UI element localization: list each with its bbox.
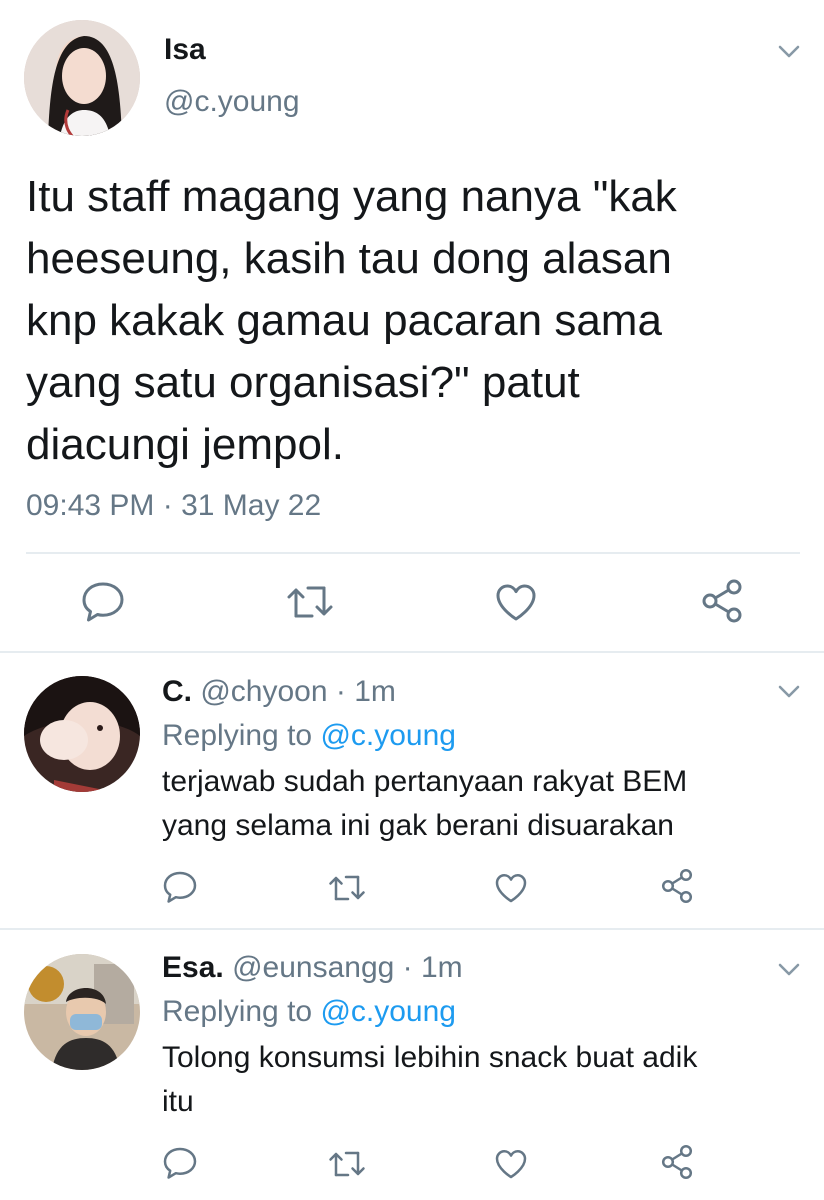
reply-author-name[interactable]: C. — [162, 675, 192, 708]
replying-to-label: Replying to — [162, 995, 313, 1028]
like-button[interactable] — [494, 1148, 528, 1180]
speech-bubble-icon — [82, 582, 124, 622]
share-button[interactable] — [660, 1144, 694, 1180]
tweet-text-line: Itu staff magang yang nanya "kak — [26, 172, 677, 221]
speech-bubble-icon — [163, 871, 197, 903]
retweet-button[interactable] — [328, 1148, 366, 1180]
timestamp-divider — [26, 552, 800, 554]
author-handle[interactable]: @c.young — [164, 84, 300, 120]
tweet-text-line: heeseung, kasih tau dong alasan — [26, 234, 672, 283]
reply-text: Tolong konsumsi lebihin snack buat adik … — [162, 1036, 802, 1124]
reply-button[interactable] — [162, 870, 198, 904]
speech-bubble-icon — [163, 1147, 197, 1179]
reply-author-handle[interactable]: @chyoon — [200, 675, 327, 708]
avatar-eunsangg[interactable] — [24, 954, 140, 1070]
replying-to-label: Replying to — [162, 719, 313, 752]
reply-author-handle[interactable]: @eunsangg — [232, 951, 394, 984]
chevron-down-icon[interactable] — [776, 956, 802, 982]
share-icon — [702, 579, 742, 623]
section-divider — [0, 651, 824, 653]
retweet-icon — [329, 1151, 365, 1177]
tweet-text-line: knp kakak gamau pacaran sama — [26, 296, 662, 345]
share-button[interactable] — [700, 578, 744, 624]
retweet-icon — [287, 586, 333, 618]
chevron-down-icon[interactable] — [776, 678, 802, 704]
section-divider — [0, 928, 824, 930]
tweet-timestamp[interactable]: 09:43 PM · 31 May 22 — [26, 488, 321, 524]
like-button[interactable] — [494, 872, 528, 904]
replying-to: Replying to @c.young — [162, 716, 456, 756]
tweet-text-line: diacungi jempol. — [26, 420, 344, 469]
reply-text-line: itu — [162, 1085, 194, 1118]
replying-to-handle[interactable]: @c.young — [320, 995, 456, 1028]
like-button[interactable] — [494, 582, 538, 622]
reply-time[interactable]: · 1m — [336, 675, 396, 708]
retweet-button[interactable] — [286, 582, 334, 622]
reply-header: C. @chyoon · 1m — [162, 672, 396, 712]
replying-to: Replying to @c.young — [162, 992, 456, 1032]
avatar-chyoon[interactable] — [24, 676, 140, 792]
retweet-icon — [329, 875, 365, 901]
replying-to-handle[interactable]: @c.young — [320, 719, 456, 752]
heart-icon — [496, 584, 536, 621]
reply-text-line: yang selama ini gak berani disuarakan — [162, 809, 674, 842]
share-icon — [661, 868, 693, 904]
reply-text-line: terjawab sudah pertanyaan rakyat BEM — [162, 765, 688, 798]
author-name[interactable]: Isa — [164, 32, 206, 68]
reply-button[interactable] — [80, 580, 126, 624]
share-icon — [661, 1144, 693, 1180]
tweet-text-line: yang satu organisasi?" patut — [26, 358, 580, 407]
tweet-text: Itu staff magang yang nanya "kak heeseun… — [26, 166, 806, 476]
share-button[interactable] — [660, 868, 694, 904]
reply-time[interactable]: · 1m — [403, 951, 463, 984]
reply-text: terjawab sudah pertanyaan rakyat BEM yan… — [162, 760, 802, 848]
retweet-button[interactable] — [328, 872, 366, 904]
chevron-down-icon[interactable] — [776, 38, 802, 64]
heart-icon — [495, 1150, 527, 1179]
avatar-isa[interactable] — [24, 20, 140, 136]
heart-icon — [495, 874, 527, 903]
reply-button[interactable] — [162, 1146, 198, 1180]
reply-text-line: Tolong konsumsi lebihin snack buat adik — [162, 1041, 698, 1074]
reply-author-name[interactable]: Esa. — [162, 951, 224, 984]
reply-header: Esa. @eunsangg · 1m — [162, 948, 463, 988]
